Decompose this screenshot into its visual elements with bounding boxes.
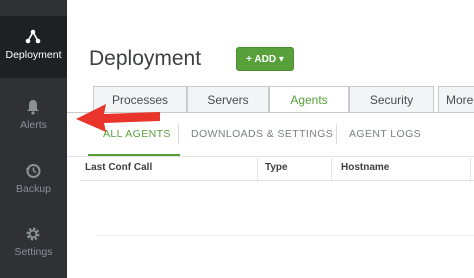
deployment-icon [25,29,41,44]
page-title: Deployment [89,47,202,70]
history-clock-icon [26,164,41,178]
sidebar-item-deployment[interactable]: Deployment [0,16,67,78]
sidebar-item-label: Backup [15,183,52,195]
sidebar: Deployment Alerts Backup Settings [0,0,67,278]
tab-servers[interactable]: Servers [187,86,269,112]
column-divider [257,158,258,180]
table-header-divider [80,180,474,181]
column-divider [470,158,471,180]
subnav-divider [178,124,179,144]
annotation-arrow-icon [76,104,160,132]
sidebar-item-label: Alerts [20,119,47,131]
column-header-last-conf-call[interactable]: Last Conf Call [85,162,152,173]
tab-more[interactable]: More [438,86,474,112]
sidebar-item-alerts[interactable]: Alerts [0,86,67,148]
gear-icon [26,227,40,241]
subnav-divider [336,124,337,144]
subnav-divider-line [67,156,474,157]
column-header-hostname[interactable]: Hostname [341,162,389,173]
subnav-agent-logs[interactable]: AGENT LOGS [349,128,421,140]
sidebar-item-label: Settings [14,246,53,258]
sidebar-item-settings[interactable]: Settings [0,213,67,275]
sidebar-item-backup[interactable]: Backup [0,150,67,212]
tab-agents[interactable]: Agents [269,86,349,113]
table-row-divider [96,235,474,236]
column-header-type[interactable]: Type [265,162,288,173]
column-divider [331,158,332,180]
bell-icon [27,100,39,115]
subnav-downloads-settings[interactable]: DOWNLOADS & SETTINGS [191,128,333,140]
sidebar-item-label: Deployment [5,49,62,61]
tab-security[interactable]: Security [349,86,434,112]
add-button[interactable]: + ADD ▾ [236,47,294,71]
